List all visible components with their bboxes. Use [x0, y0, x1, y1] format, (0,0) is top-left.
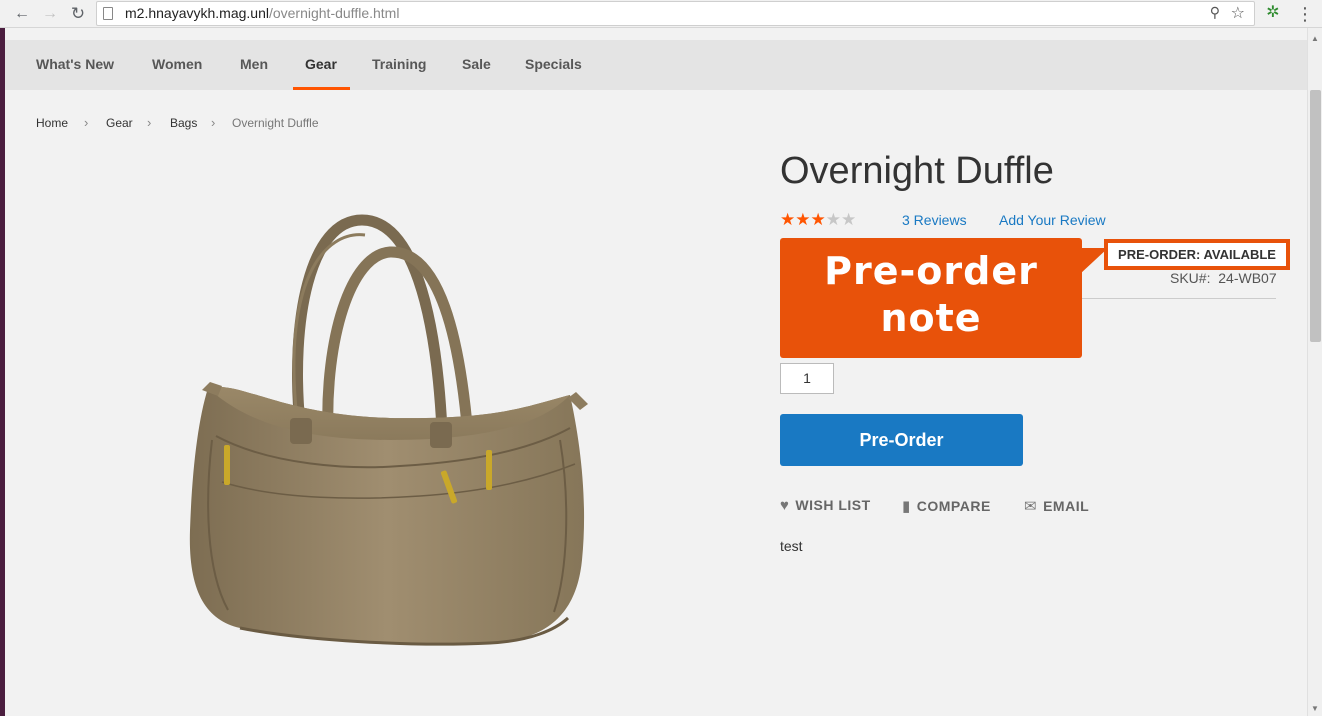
reviews-link[interactable]: 3 Reviews	[902, 212, 967, 228]
info-divider	[1082, 298, 1276, 299]
scroll-up-icon[interactable]: ▲	[1311, 34, 1319, 43]
breadcrumb-separator: ›	[84, 115, 89, 130]
star-filled-icon: ★	[810, 210, 826, 229]
preorder-note-callout: Pre-order note	[780, 238, 1082, 358]
breadcrumb-separator: ›	[211, 115, 216, 130]
breadcrumb-bags[interactable]: Bags	[170, 116, 197, 130]
scrollbar-thumb[interactable]	[1310, 90, 1321, 342]
email-link[interactable]: ✉ EMAIL	[1024, 497, 1089, 515]
preorder-status-badge: PRE-ORDER: AVAILABLE	[1104, 239, 1290, 270]
quantity-input[interactable]: 1	[780, 363, 834, 394]
breadcrumb-separator: ›	[147, 115, 152, 130]
sku-label: SKU#:	[1170, 270, 1211, 286]
rating-stars: ★★★★★	[780, 210, 856, 230]
reload-icon[interactable]: ↻	[67, 3, 89, 25]
nav-item-men[interactable]: Men	[240, 40, 268, 90]
url-path: /overnight-duffle.html	[268, 5, 400, 21]
wishlist-label: WISH LIST	[795, 497, 871, 513]
key-icon[interactable]: ⚲	[1210, 4, 1220, 21]
envelope-icon: ✉	[1024, 498, 1038, 515]
extension-icon[interactable]: ✲	[1263, 3, 1283, 23]
url-text: m2.hnayavykh.mag.unl/overnight-duffle.ht…	[125, 5, 399, 21]
back-icon[interactable]: ←	[11, 3, 33, 25]
star-empty-icon: ★	[841, 210, 857, 229]
heart-icon: ♥	[780, 497, 790, 514]
forward-icon[interactable]: →	[39, 3, 61, 25]
star-empty-icon: ★	[825, 210, 841, 229]
compare-chart-icon: ▮	[902, 498, 911, 515]
email-label: EMAIL	[1043, 498, 1090, 514]
product-image[interactable]	[150, 200, 620, 660]
page-scrollbar[interactable]: ▲ ▼	[1307, 28, 1322, 716]
url-host: m2.hnayavykh.mag.unl	[125, 5, 269, 21]
page-icon	[103, 7, 113, 20]
compare-link[interactable]: ▮ COMPARE	[902, 497, 991, 515]
address-bar[interactable]: m2.hnayavykh.mag.unl/overnight-duffle.ht…	[96, 1, 1255, 26]
main-navigation: What's New Women Men Gear Training Sale …	[5, 40, 1307, 90]
star-filled-icon: ★	[795, 210, 811, 229]
sku-value: 24-WB07	[1218, 270, 1277, 286]
breadcrumb-gear[interactable]: Gear	[106, 116, 133, 130]
callout-line-2: note	[880, 296, 982, 340]
browser-toolbar: ← → ↻ m2.hnayavykh.mag.unl/overnight-duf…	[0, 0, 1322, 28]
preorder-button[interactable]: Pre-Order	[780, 414, 1023, 466]
wishlist-link[interactable]: ♥ WISH LIST	[780, 497, 871, 514]
browser-menu-icon[interactable]: ⋮	[1296, 3, 1314, 25]
active-nav-underline	[293, 87, 350, 90]
nav-item-training[interactable]: Training	[372, 40, 426, 90]
callout-line-1: Pre-order	[824, 249, 1038, 293]
breadcrumb-home[interactable]: Home	[36, 116, 68, 130]
product-sku: SKU#: 24-WB07	[1170, 270, 1277, 286]
nav-item-specials[interactable]: Specials	[525, 40, 582, 90]
star-filled-icon: ★	[780, 210, 796, 229]
nav-item-whats-new[interactable]: What's New	[36, 40, 114, 90]
compare-label: COMPARE	[916, 498, 991, 514]
window-edge	[0, 28, 5, 716]
nav-item-women[interactable]: Women	[152, 40, 202, 90]
product-description: test	[780, 538, 803, 554]
scroll-down-icon[interactable]: ▼	[1311, 704, 1319, 713]
product-title: Overnight Duffle	[780, 150, 1054, 192]
bookmark-star-icon[interactable]: ☆	[1231, 3, 1245, 23]
add-review-link[interactable]: Add Your Review	[999, 212, 1106, 228]
nav-item-gear[interactable]: Gear	[305, 40, 337, 90]
nav-item-sale[interactable]: Sale	[462, 40, 491, 90]
breadcrumb-current: Overnight Duffle	[232, 116, 319, 130]
duffle-bag-image	[189, 214, 588, 646]
